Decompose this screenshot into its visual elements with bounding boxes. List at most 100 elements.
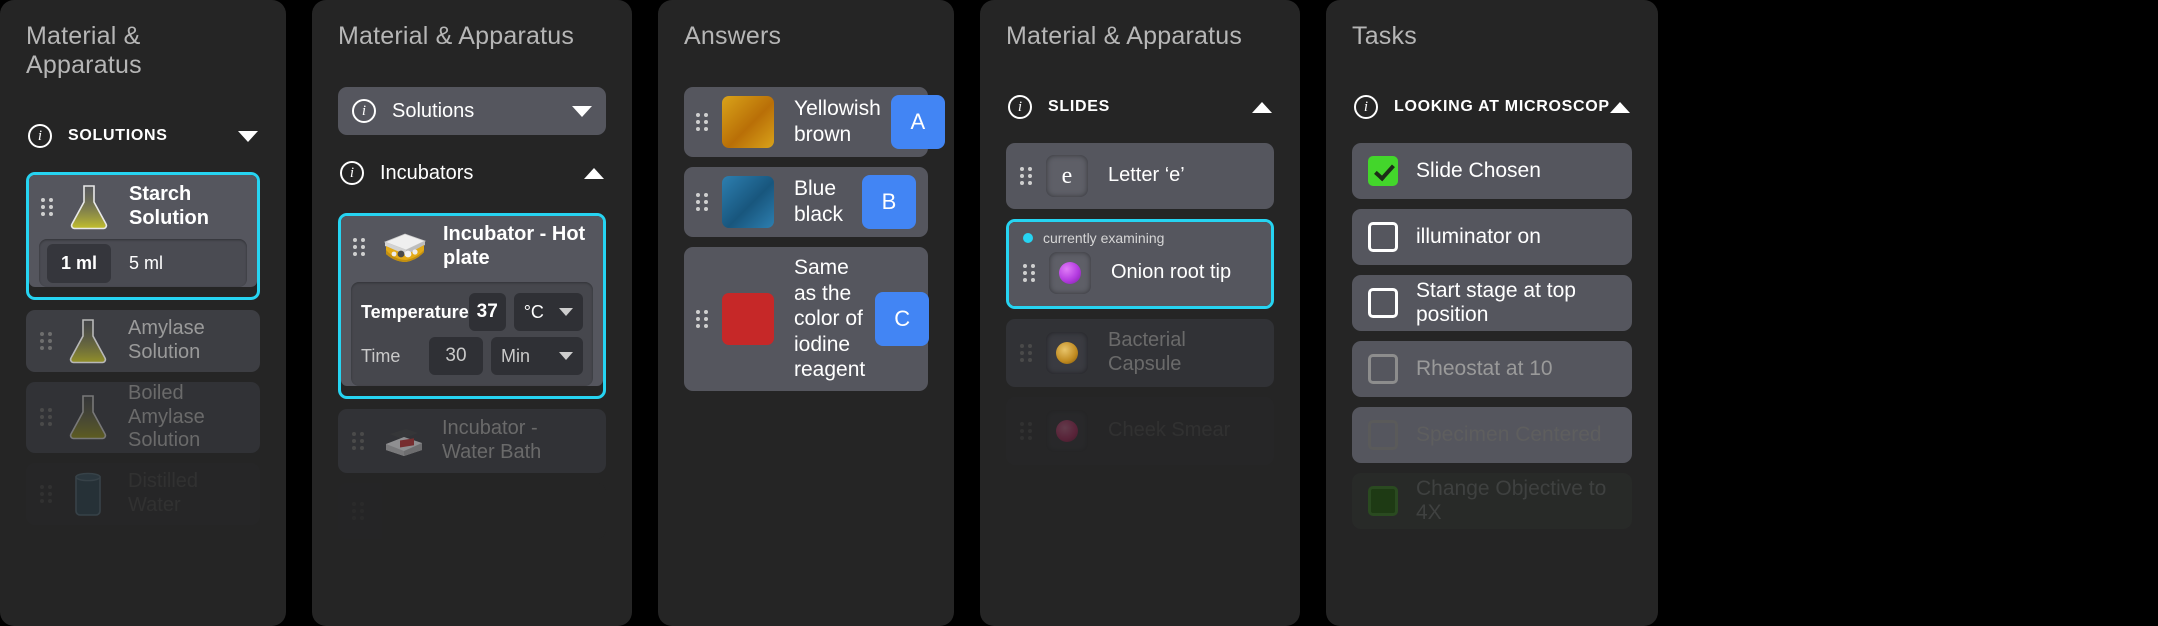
chevron-down-icon[interactable] — [559, 308, 573, 316]
panel-material-apparatus-solutions: Material & Apparatus i SOLUTIONS Starch … — [0, 0, 286, 626]
answer-option-c[interactable]: Same as the color of iodine reagent C — [684, 247, 930, 392]
temperature-input[interactable]: 37 — [468, 293, 506, 331]
time-unit-value: Min — [501, 345, 531, 366]
task-item-start-stage-at-top-position[interactable]: Start stage at top position — [1352, 275, 1632, 331]
section-header-slides[interactable]: i SLIDES — [1006, 87, 1274, 127]
list-item-hidden[interactable] — [338, 483, 606, 539]
drag-handle-icon[interactable] — [41, 198, 53, 216]
checkbox-icon[interactable] — [1368, 354, 1398, 384]
chevron-up-icon[interactable] — [584, 167, 604, 179]
list-item-boiled-amylase-solution[interactable]: Boiled Amylase Solution — [26, 382, 260, 453]
cheek-smear-thumb-icon — [1046, 410, 1088, 452]
info-icon[interactable]: i — [1354, 95, 1378, 119]
task-label: Specimen Centered — [1416, 423, 1602, 446]
onion-root-tip-thumb-icon — [1049, 252, 1091, 294]
drag-handle-icon[interactable] — [696, 310, 708, 329]
setting-label: Time — [361, 345, 401, 366]
drag-handle-icon[interactable] — [1020, 422, 1032, 440]
list-item-label: Onion root tip — [1111, 261, 1232, 284]
temperature-unit-select[interactable]: °C — [513, 293, 583, 331]
amount-option-5ml[interactable]: 5 ml — [111, 244, 177, 283]
setting-row-time: Time 30 Min — [361, 334, 583, 378]
list-item-label: Boiled Amylase Solution — [128, 382, 205, 452]
answer-key-badge[interactable]: A — [890, 95, 945, 149]
section-header-incubators[interactable]: i Incubators — [338, 149, 606, 197]
page-title: Tasks — [1352, 22, 1417, 50]
info-icon[interactable]: i — [28, 124, 52, 148]
drag-handle-icon[interactable] — [40, 408, 52, 427]
info-icon[interactable]: i — [1008, 95, 1032, 119]
answer-option-b[interactable]: Blue black B — [684, 167, 928, 237]
checkbox-checked-icon[interactable] — [1368, 486, 1398, 516]
amount-selector[interactable]: 1 ml 5 ml — [39, 239, 247, 287]
task-item-slide-chosen[interactable]: Slide Chosen — [1352, 143, 1632, 199]
flask-icon — [69, 395, 107, 440]
section-header-solutions[interactable]: i SOLUTIONS — [26, 116, 260, 156]
setting-row-temperature: Temperature 37 °C — [361, 290, 583, 334]
list-item-distilled-water[interactable]: Distilled Water — [26, 462, 260, 525]
task-item-specimen-centered[interactable]: Specimen Centered — [1352, 407, 1632, 463]
info-icon[interactable]: i — [352, 99, 376, 123]
panel-tasks: Tasks i LOOKING AT MICROSCOPE Slide Chos… — [1326, 0, 1658, 626]
answer-label: Same as the color of iodine reagent — [794, 256, 866, 382]
list-item-letter-e[interactable]: e Letter ‘e’ — [1006, 143, 1274, 209]
chevron-down-icon[interactable] — [572, 105, 592, 117]
checkbox-checked-icon[interactable] — [1368, 156, 1398, 186]
list-item-incubator-hot-plate[interactable]: Incubator - Hot plate Temperature 37 °C — [338, 213, 606, 399]
drag-handle-icon[interactable] — [352, 432, 364, 450]
status-dot-icon — [1023, 233, 1033, 243]
answer-key-badge[interactable]: C — [875, 292, 930, 347]
section-header-solutions[interactable]: i Solutions — [338, 87, 606, 135]
list-item-onion-root-tip[interactable]: currently examining Onion root tip — [1006, 219, 1274, 309]
drag-handle-icon[interactable] — [352, 502, 364, 520]
list-item-label: Starch Solution — [129, 183, 209, 229]
page-title: Answers — [684, 22, 782, 50]
drag-handle-icon[interactable] — [40, 484, 52, 503]
drag-handle-icon[interactable] — [353, 238, 365, 256]
drag-handle-icon[interactable] — [696, 113, 708, 131]
letter-e-thumb-icon: e — [1046, 155, 1088, 197]
beaker-icon — [75, 472, 101, 516]
list-item-label: Distilled Water — [128, 470, 199, 516]
checkbox-icon[interactable] — [1368, 288, 1398, 318]
drag-handle-icon[interactable] — [696, 193, 708, 211]
time-unit-select[interactable]: Min — [491, 337, 583, 375]
color-swatch — [722, 96, 774, 148]
task-label: Start stage at top position — [1416, 279, 1576, 326]
chevron-down-icon[interactable] — [238, 130, 258, 142]
answer-option-a[interactable]: Yellowish brown A — [684, 87, 945, 157]
waterbath-icon — [386, 429, 422, 456]
list-item-cheek-smear[interactable]: Cheek Smear — [1006, 397, 1274, 465]
list-item-starch-solution[interactable]: Starch Solution 1 ml 5 ml — [26, 172, 260, 300]
flask-icon — [70, 185, 108, 230]
drag-handle-icon[interactable] — [1020, 344, 1032, 362]
checkbox-icon[interactable] — [1368, 420, 1398, 450]
task-item-illuminator-on[interactable]: illuminator on — [1352, 209, 1632, 265]
amount-option-1ml[interactable]: 1 ml — [47, 243, 112, 283]
drag-handle-icon[interactable] — [1020, 167, 1032, 185]
panel-divider-4 — [1300, 0, 1326, 626]
drag-handle-icon[interactable] — [40, 332, 52, 350]
task-item-rheostat-at-10[interactable]: Rheostat at 10 — [1352, 341, 1632, 397]
section-header-looking-at-microscope[interactable]: i LOOKING AT MICROSCOPE — [1352, 87, 1632, 127]
checkbox-icon[interactable] — [1368, 222, 1398, 252]
section-label: Incubators — [380, 161, 474, 184]
task-item-change-objective-to-4x[interactable]: Change Objective to 4X — [1352, 473, 1632, 529]
chevron-up-icon[interactable] — [1252, 101, 1272, 113]
list-item-bacterial-capsule[interactable]: Bacterial Capsule — [1006, 319, 1274, 387]
info-icon[interactable]: i — [340, 161, 364, 185]
workspace: Material & Apparatus i SOLUTIONS Starch … — [0, 0, 2158, 626]
list-item-incubator-water-bath[interactable]: Incubator - Water Bath — [338, 409, 606, 473]
page-title: Material & Apparatus — [338, 22, 575, 50]
chevron-up-icon[interactable] — [1610, 101, 1630, 113]
chevron-down-icon[interactable] — [559, 352, 573, 360]
panel-divider-1 — [286, 0, 312, 626]
panel-answers: Answers Yellowish brown A Blue black B S… — [658, 0, 954, 626]
temperature-unit-value: °C — [523, 301, 544, 322]
list-item-label: Cheek Smear — [1108, 419, 1231, 442]
list-item-label: Amylase Solution — [128, 317, 205, 363]
answer-key-badge[interactable]: B — [862, 175, 916, 229]
drag-handle-icon[interactable] — [1023, 264, 1035, 282]
time-input[interactable]: 30 — [429, 337, 483, 375]
list-item-amylase-solution[interactable]: Amylase Solution — [26, 310, 260, 372]
